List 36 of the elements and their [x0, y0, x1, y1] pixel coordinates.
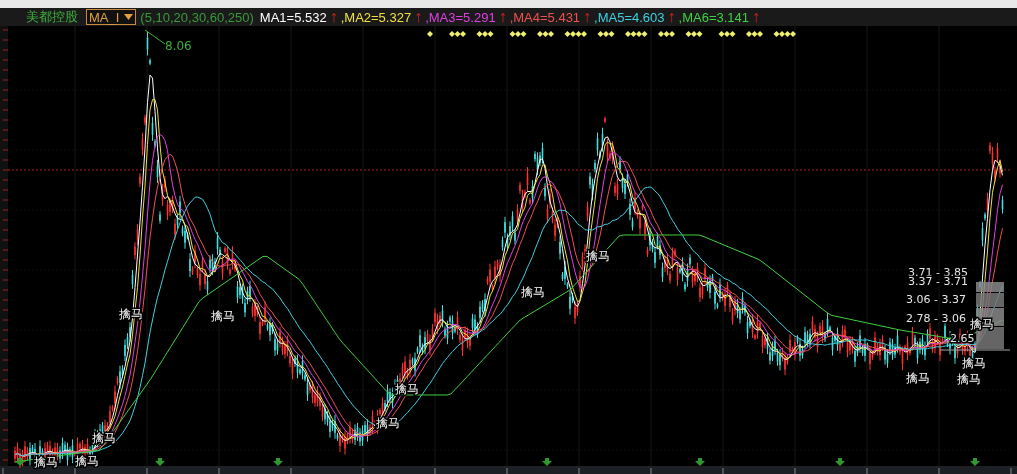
signal-label: 擒马: [906, 371, 930, 385]
trend-arrow: ↑: [583, 9, 592, 25]
down-arrow-icon: [542, 458, 552, 466]
price-range-label: 2.78 - 3.06: [906, 312, 966, 325]
indicator-dropdown[interactable]: MA_I: [86, 9, 137, 25]
peak-price-label: 8.06: [165, 39, 192, 53]
signal-label: 擒马: [211, 309, 235, 323]
trend-arrow: ↑: [752, 9, 761, 25]
moving-average-value: MA1=5.532: [259, 9, 327, 25]
stock-name: 美都控股: [26, 8, 78, 26]
signal-label: 擒马: [957, 372, 981, 386]
moving-average-value: ,MA2=5.327: [340, 9, 412, 25]
down-arrow-icon: [970, 458, 980, 466]
signal-label: 擒马: [521, 285, 545, 299]
caret-icon: [124, 13, 134, 21]
indicator-params: (5,10,20,30,60,250): [140, 9, 254, 25]
trend-arrow: ↑: [667, 9, 676, 25]
down-arrow-icon: [15, 458, 25, 466]
signal-label: 擒马: [119, 307, 143, 321]
price-range-label: 3.06 - 3.37: [906, 293, 966, 306]
leader-line: [144, 29, 166, 45]
moving-average-value: ,MA5=4.603: [594, 9, 665, 25]
down-arrow-icon: [695, 458, 705, 466]
signal-label: 擒马: [586, 249, 610, 263]
trend-arrow: ↑: [329, 9, 338, 25]
down-arrow-icon: [155, 458, 165, 466]
trend-arrow: ↑: [414, 9, 423, 25]
signal-label: 擒马: [970, 317, 994, 331]
moving-average-value: ,MA4=5.431: [509, 9, 581, 25]
signal-label: 擒马: [34, 455, 58, 469]
moving-average-value: ,MA3=5.291: [425, 9, 496, 25]
signal-label: 擒马: [75, 454, 99, 468]
trend-arrow: ↑: [498, 9, 507, 25]
down-arrow-icon: [273, 458, 283, 466]
moving-average-value: ,MA6=3.141: [678, 9, 750, 25]
down-arrow-icon: [835, 458, 845, 466]
